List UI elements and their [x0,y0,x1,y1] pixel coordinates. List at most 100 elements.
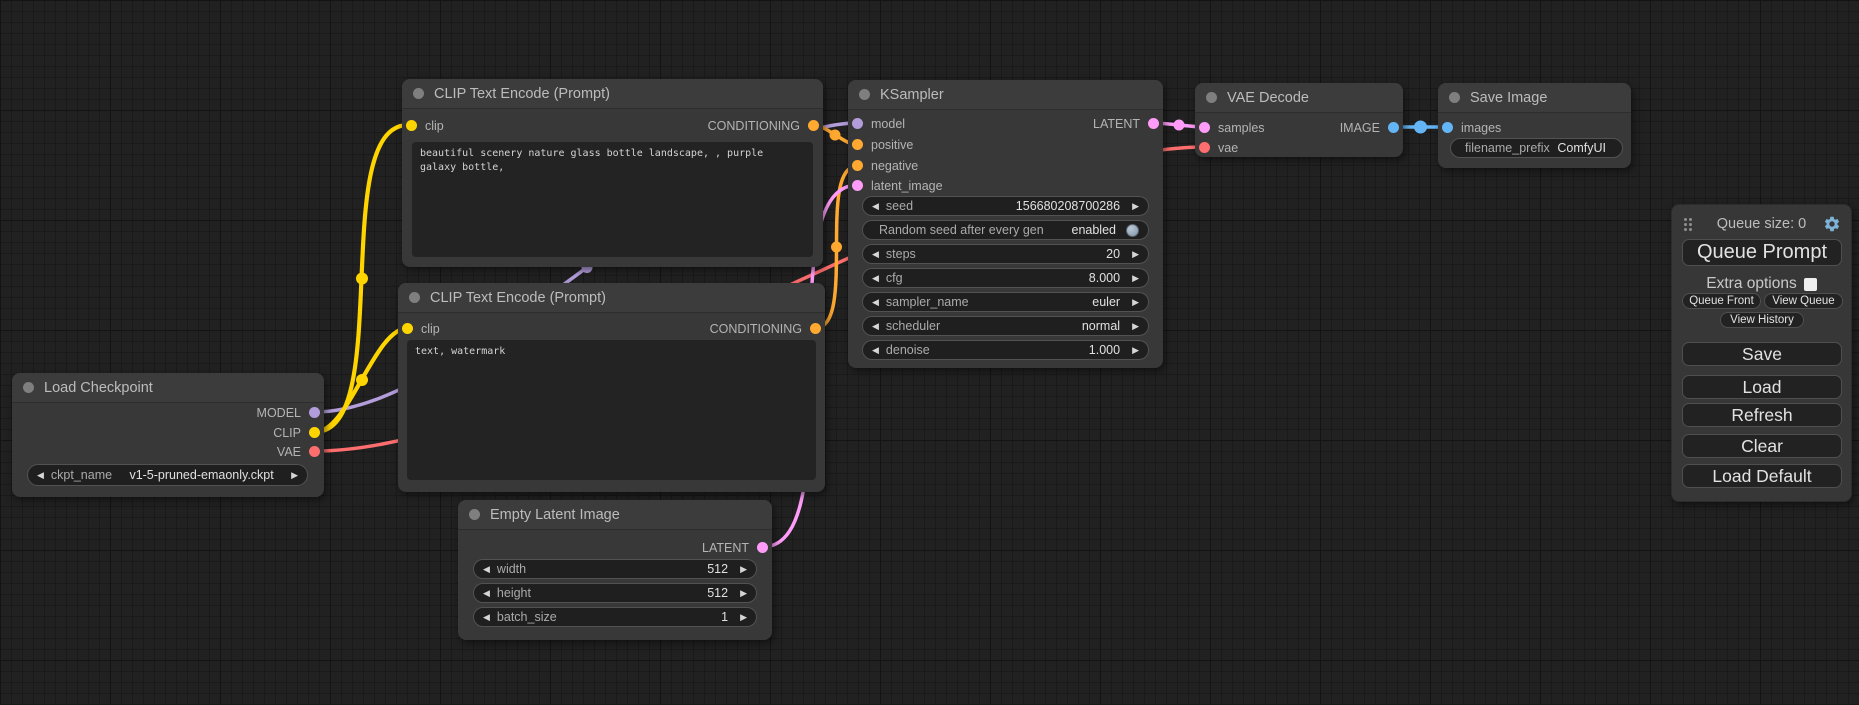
widget-value: 1.000 [1089,343,1120,357]
latent-image-input-port[interactable] [852,180,863,191]
decrement-arrow-icon[interactable]: ◀ [872,322,879,331]
increment-arrow-icon[interactable]: ▶ [740,565,747,574]
node-collapse-dot[interactable] [859,89,870,100]
latent-output-port[interactable] [757,542,768,553]
vae-input-port[interactable] [1199,142,1210,153]
node-collapse-dot[interactable] [23,382,34,393]
denoise-widget[interactable]: ◀ denoise 1.000 ▶ [862,340,1149,360]
increment-arrow-icon[interactable]: ▶ [1132,322,1139,331]
refresh-button[interactable]: Refresh [1682,403,1842,427]
node-collapse-dot[interactable] [1206,92,1217,103]
node-clip-text-encode-positive[interactable]: CLIP Text Encode (Prompt) clip CONDITION… [402,79,823,267]
batch-size-widget[interactable]: ◀ batch_size 1 ▶ [473,607,757,627]
increment-arrow-icon[interactable]: ▶ [740,613,747,622]
node-collapse-dot[interactable] [413,88,424,99]
decrement-arrow-icon[interactable]: ◀ [37,471,44,480]
node-title: Save Image [1470,90,1547,106]
node-vae-decode[interactable]: VAE Decode samples vae IMAGE [1195,83,1403,157]
negative-input-port[interactable] [852,160,863,171]
positive-prompt-textarea[interactable]: beautiful scenery nature glass bottle la… [412,142,813,257]
node-collapse-dot[interactable] [469,509,480,520]
vae-output-port[interactable] [309,446,320,457]
latent-output-port[interactable] [1148,118,1159,129]
widget-label: seed [886,199,913,213]
height-widget[interactable]: ◀ height 512 ▶ [473,583,757,603]
output-row: CONDITIONING [710,318,821,339]
node-graph-canvas[interactable]: Load Checkpoint MODEL CLIP VAE ◀ ckpt_na… [0,0,1859,705]
decrement-arrow-icon[interactable]: ◀ [872,250,879,259]
increment-arrow-icon[interactable]: ▶ [1132,202,1139,211]
queue-front-button[interactable]: Queue Front [1682,293,1761,309]
widget-value: 512 [707,562,728,576]
save-button[interactable]: Save [1682,342,1842,366]
widget-label: width [497,562,526,576]
scheduler-widget[interactable]: ◀ scheduler normal ▶ [862,316,1149,336]
conditioning-output-port[interactable] [810,323,821,334]
port-label: negative [871,159,918,173]
positive-input-port[interactable] [852,139,863,150]
clip-input-port[interactable] [402,323,413,334]
random-seed-widget[interactable]: Random seed after every gen enabled [862,220,1149,240]
image-output-port[interactable] [1388,122,1399,133]
link-dot [1414,121,1427,134]
increment-arrow-icon[interactable]: ▶ [1132,274,1139,283]
conditioning-output-port[interactable] [808,120,819,131]
seed-widget[interactable]: ◀ seed 156680208700286 ▶ [862,196,1149,216]
output-row: MODEL [257,402,320,423]
load-default-button[interactable]: Load Default [1682,464,1842,488]
decrement-arrow-icon[interactable]: ◀ [872,346,879,355]
port-label: clip [421,322,440,336]
toggle-indicator-icon[interactable] [1126,224,1139,237]
filename-prefix-widget[interactable]: filename_prefix ComfyUI [1450,138,1623,158]
output-row: LATENT [702,537,768,558]
settings-gear-icon[interactable] [1823,215,1841,233]
sampler-name-widget[interactable]: ◀ sampler_name euler ▶ [862,292,1149,312]
load-button[interactable]: Load [1682,375,1842,399]
port-label: positive [871,138,913,152]
node-header: Save Image [1438,83,1631,113]
clip-output-port[interactable] [309,427,320,438]
node-load-checkpoint[interactable]: Load Checkpoint MODEL CLIP VAE ◀ ckpt_na… [12,373,324,497]
decrement-arrow-icon[interactable]: ◀ [872,274,879,283]
node-save-image[interactable]: Save Image images filename_prefix ComfyU… [1438,83,1631,168]
cfg-widget[interactable]: ◀ cfg 8.000 ▶ [862,268,1149,288]
increment-arrow-icon[interactable]: ▶ [1132,346,1139,355]
negative-prompt-textarea[interactable]: text, watermark [407,340,816,480]
decrement-arrow-icon[interactable]: ◀ [483,565,490,574]
steps-widget[interactable]: ◀ steps 20 ▶ [862,244,1149,264]
widget-label: filename_prefix [1465,141,1550,155]
increment-arrow-icon[interactable]: ▶ [740,589,747,598]
link-dot [356,374,368,386]
model-output-port[interactable] [309,407,320,418]
queue-prompt-button[interactable]: Queue Prompt [1682,239,1842,266]
widget-value: enabled [1072,223,1117,237]
node-empty-latent-image[interactable]: Empty Latent Image LATENT ◀ width 512 ▶ … [458,500,772,640]
increment-arrow-icon[interactable]: ▶ [1132,298,1139,307]
extra-options-checkbox[interactable] [1804,278,1817,291]
node-collapse-dot[interactable] [409,292,420,303]
decrement-arrow-icon[interactable]: ◀ [872,202,879,211]
increment-arrow-icon[interactable]: ▶ [291,471,298,480]
port-label: VAE [277,445,301,459]
model-input-port[interactable] [852,118,863,129]
ckpt-name-widget[interactable]: ◀ ckpt_name v1-5-pruned-emaonly.ckpt ▶ [27,464,308,486]
node-title: KSampler [880,87,944,103]
decrement-arrow-icon[interactable]: ◀ [483,613,490,622]
view-queue-button[interactable]: View Queue [1764,293,1843,309]
width-widget[interactable]: ◀ width 512 ▶ [473,559,757,579]
view-history-button[interactable]: View History [1720,312,1804,328]
decrement-arrow-icon[interactable]: ◀ [483,589,490,598]
widget-value: 512 [707,586,728,600]
clip-input-port[interactable] [406,120,417,131]
clear-button[interactable]: Clear [1682,434,1842,458]
decrement-arrow-icon[interactable]: ◀ [872,298,879,307]
increment-arrow-icon[interactable]: ▶ [1132,250,1139,259]
node-ksampler[interactable]: KSampler model positive negative latent_… [848,80,1163,368]
images-input-port[interactable] [1442,122,1453,133]
samples-input-port[interactable] [1199,122,1210,133]
port-label: model [871,117,905,131]
node-clip-text-encode-negative[interactable]: CLIP Text Encode (Prompt) clip CONDITION… [398,283,825,492]
extra-options-label: Extra options [1706,275,1796,293]
node-collapse-dot[interactable] [1449,92,1460,103]
port-label: latent_image [871,179,943,193]
